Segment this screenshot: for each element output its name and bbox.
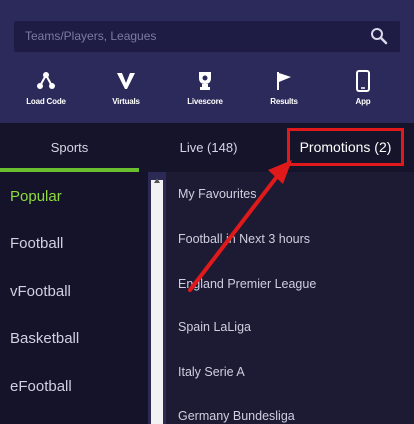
league-item[interactable]: My Favourites [178, 187, 257, 201]
tab-live[interactable]: Live (148) [139, 123, 278, 172]
league-item[interactable]: Italy Serie A [178, 365, 245, 379]
phone-app-icon [356, 70, 370, 92]
quick-action-label: Livescore [187, 97, 223, 106]
league-item[interactable]: Germany Bundesliga [178, 409, 295, 423]
quick-action-label: App [355, 97, 371, 106]
search-icon[interactable] [370, 27, 388, 45]
load-code-icon [37, 72, 55, 89]
quick-action-label: Results [270, 97, 298, 106]
sport-item-popular[interactable]: Popular [10, 188, 62, 205]
sport-item-efootball[interactable]: eFootball [10, 378, 72, 395]
sport-item-vfootball[interactable]: vFootball [10, 283, 71, 300]
quick-action-results[interactable]: Results [252, 70, 316, 106]
virtuals-icon [117, 73, 135, 89]
tab-promotions[interactable]: Promotions (2) [290, 131, 401, 163]
quick-action-label: Virtuals [112, 97, 140, 106]
league-item[interactable]: Spain LaLiga [178, 320, 251, 334]
scroll-up-arrow-icon[interactable] [154, 178, 160, 183]
league-item[interactable]: England Premier League [178, 277, 316, 291]
league-item[interactable]: Football in Next 3 hours [178, 232, 310, 246]
league-list: My Favourites Football in Next 3 hours E… [166, 172, 414, 424]
sport-item-football[interactable]: Football [10, 235, 63, 252]
sport-category-list: Popular Football vFootball Basketball eF… [0, 172, 148, 424]
search-placeholder: Teams/Players, Leagues [25, 29, 157, 43]
quick-action-app[interactable]: App [331, 70, 395, 106]
results-flag-icon [277, 72, 291, 90]
scrollbar-thumb[interactable] [151, 180, 163, 424]
quick-action-load-code[interactable]: Load Code [14, 70, 78, 106]
tab-promotions-highlight[interactable]: Promotions (2) [287, 128, 404, 166]
quick-action-label: Load Code [26, 97, 66, 106]
top-header: Teams/Players, Leagues Load Code Virtual… [0, 0, 414, 123]
tab-sports[interactable]: Sports [0, 123, 139, 172]
search-bar[interactable]: Teams/Players, Leagues [14, 21, 400, 52]
quick-action-livescore[interactable]: Livescore [173, 70, 237, 106]
sport-item-basketball[interactable]: Basketball [10, 330, 79, 347]
quick-action-virtuals[interactable]: Virtuals [94, 70, 158, 106]
scrollbar[interactable] [148, 172, 166, 424]
livescore-icon [199, 72, 211, 90]
